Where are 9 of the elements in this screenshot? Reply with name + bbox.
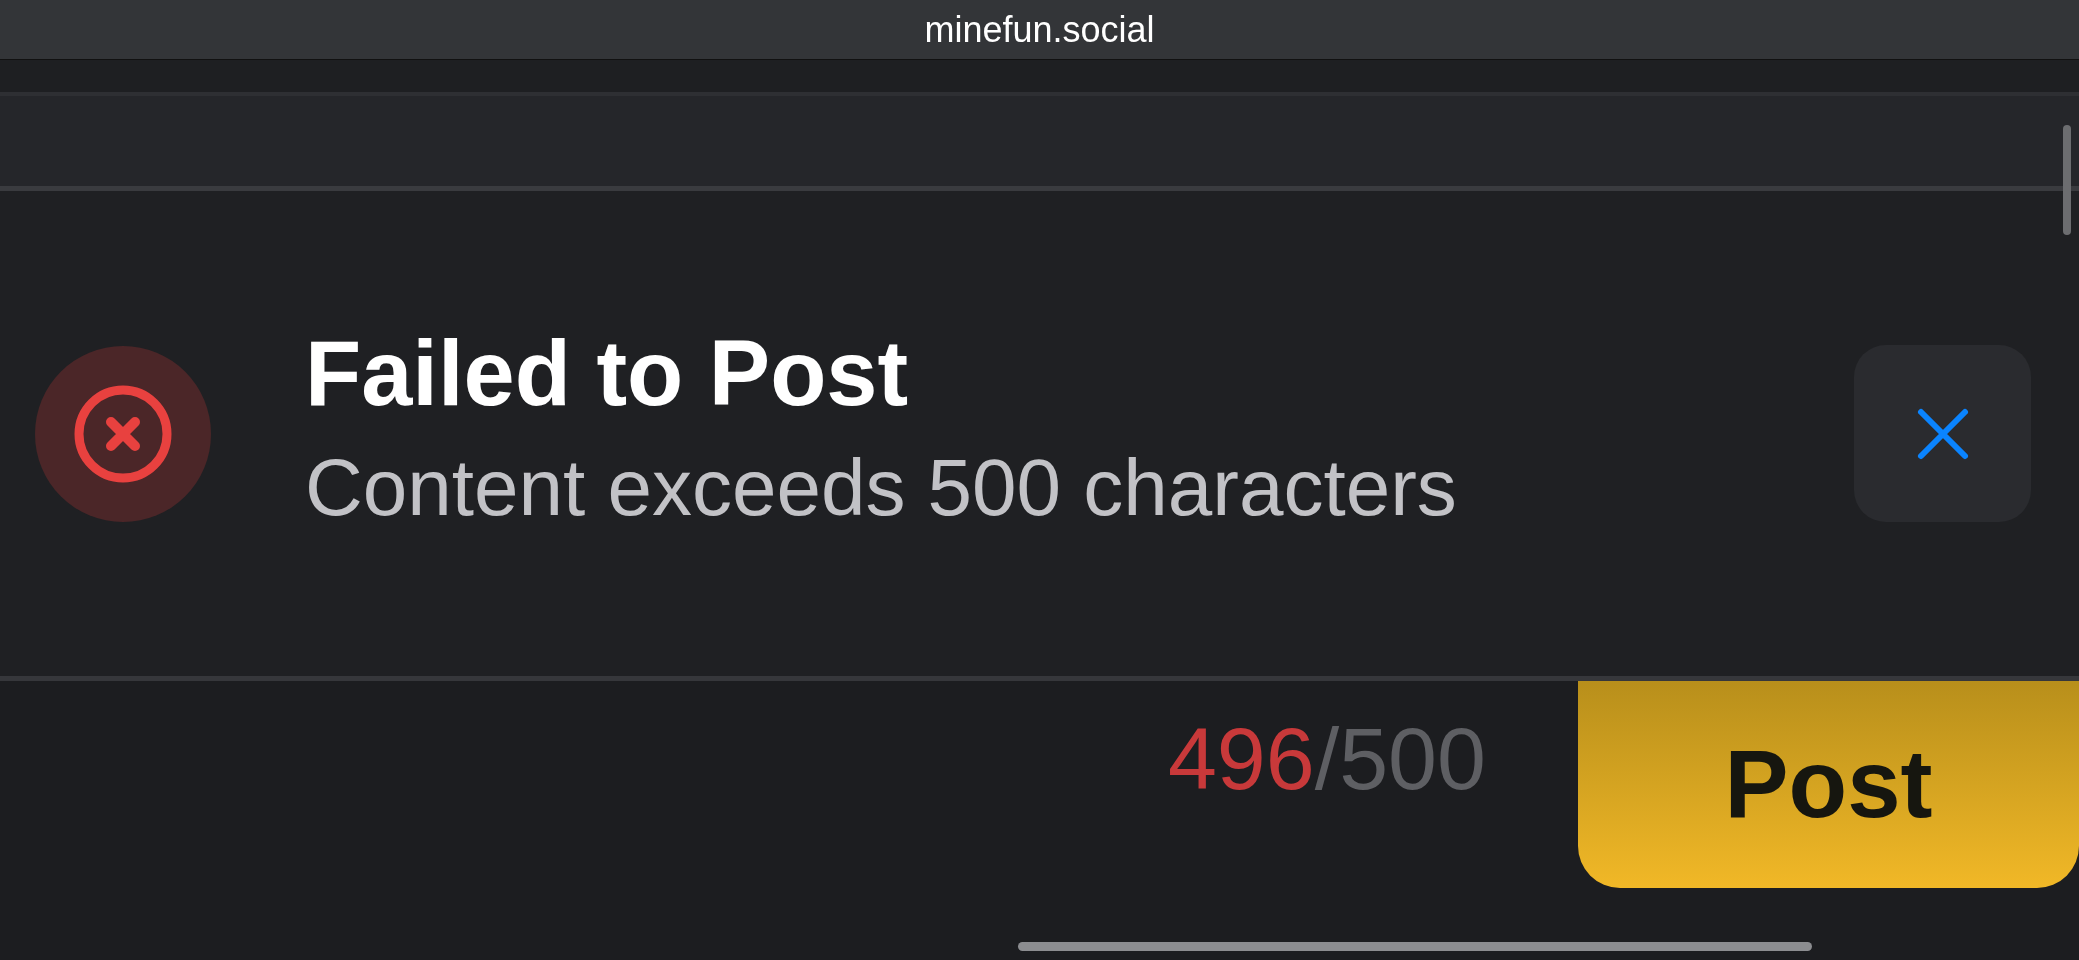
- toast-message: Content exceeds 500 characters: [305, 442, 1458, 535]
- character-count: 496: [1167, 709, 1315, 808]
- character-limit: /500: [1314, 709, 1486, 808]
- site-address[interactable]: minefun.social: [924, 8, 1155, 51]
- toast-title: Failed to Post: [305, 322, 910, 425]
- post-button[interactable]: Post: [1578, 681, 2079, 888]
- scrollbar[interactable]: [2063, 125, 2071, 235]
- error-icon: [35, 345, 211, 522]
- close-button[interactable]: [1854, 345, 2031, 522]
